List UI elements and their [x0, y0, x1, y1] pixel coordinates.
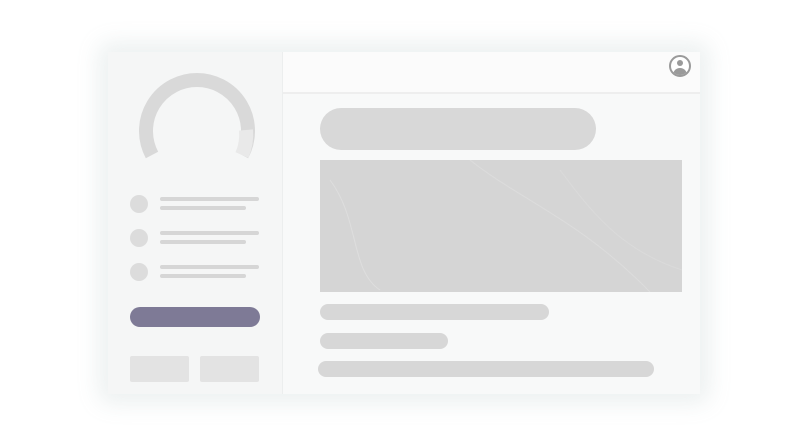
avatar-head: [677, 60, 683, 66]
placeholder-circle-icon: [130, 195, 148, 213]
list-item-title-placeholder: [160, 265, 259, 269]
text-line-placeholder: [320, 304, 549, 320]
text-line-placeholder: [320, 333, 448, 349]
hero-image-placeholder: [320, 160, 682, 292]
list-item-subtitle-placeholder: [160, 274, 246, 278]
stage: [0, 0, 800, 427]
text-line-placeholder: [318, 361, 654, 377]
avatar-body: [673, 68, 687, 75]
title-placeholder: [320, 108, 596, 150]
secondary-button-left[interactable]: [130, 356, 189, 382]
top-bar: [283, 52, 700, 94]
user-circle-icon[interactable]: [669, 55, 691, 77]
list-item-title-placeholder: [160, 197, 259, 201]
list-item-subtitle-placeholder: [160, 206, 246, 210]
primary-action-button[interactable]: [130, 307, 260, 327]
progress-ring-icon: [139, 73, 255, 159]
list-item-subtitle-placeholder: [160, 240, 246, 244]
image-texture: [329, 160, 682, 292]
secondary-button-right[interactable]: [200, 356, 259, 382]
list-item-title-placeholder: [160, 231, 259, 235]
placeholder-circle-icon: [130, 229, 148, 247]
placeholder-circle-icon: [130, 263, 148, 281]
